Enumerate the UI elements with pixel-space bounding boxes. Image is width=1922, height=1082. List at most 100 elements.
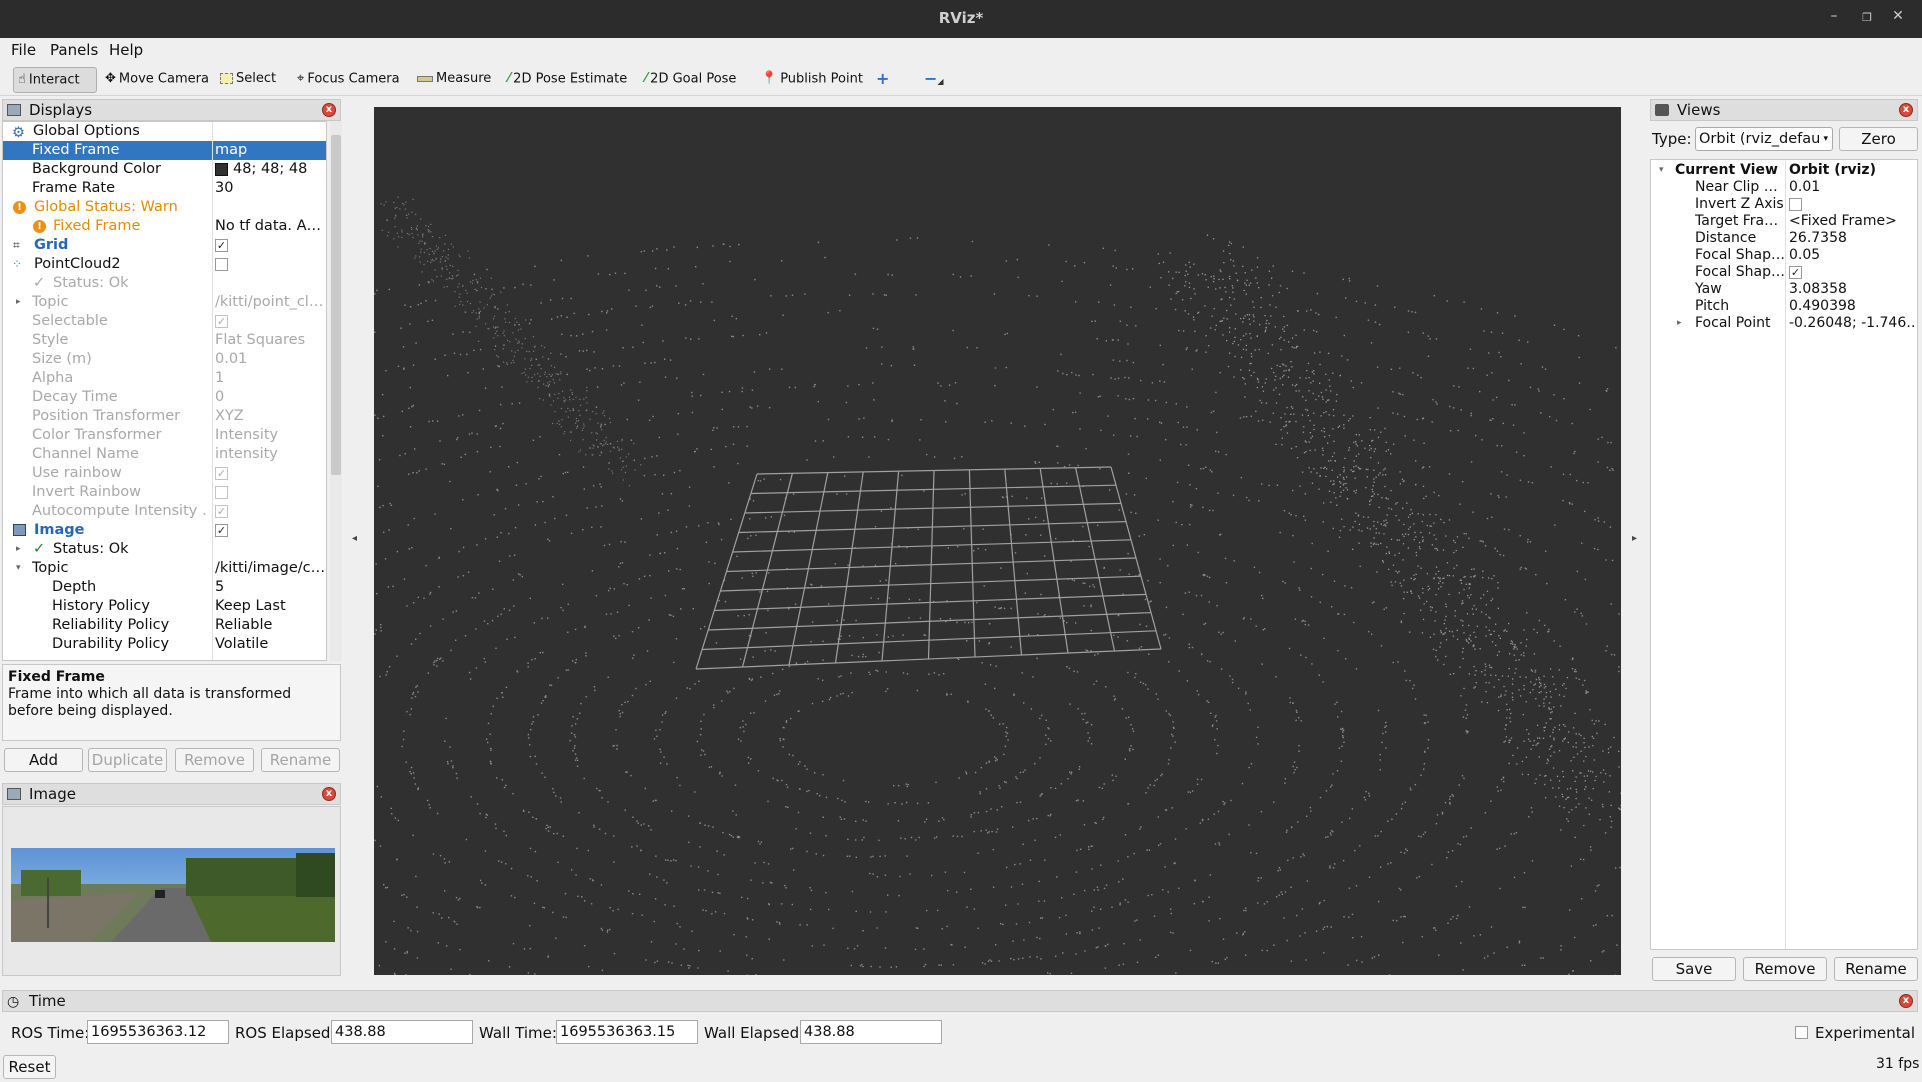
tree-row-depth[interactable]: Depth 5 [3,578,326,597]
save-view-button[interactable]: Save [1652,957,1736,981]
select-tool-button[interactable]: Select [216,67,280,93]
tree-row-fixed-frame-status[interactable]: ! Fixed Frame No tf data. A… [3,217,326,236]
wall-time-field[interactable]: 1695536363.15 [556,1020,698,1044]
close-icon[interactable]: ✕ [1884,8,1912,24]
publish-point-tool-button[interactable]: 📍 Publish Point [757,67,867,93]
scrollbar-thumb[interactable] [331,135,341,475]
tree-row-image-status[interactable]: ▸ ✓ Status: Ok [3,540,326,559]
tree-row-frame-rate[interactable]: Frame Rate 30 [3,179,326,198]
rename-button[interactable]: Rename [261,748,340,772]
menu-panels[interactable]: Panels [50,41,98,59]
displays-panel-header: Displays x [2,99,341,121]
color-swatch[interactable] [215,162,228,176]
close-panel-icon[interactable]: x [1899,994,1913,1008]
collapse-right-icon[interactable]: ▸ [1632,533,1637,544]
3d-render-viewport[interactable] [374,107,1621,975]
tree-row-image-topic[interactable]: ▾ Topic /kitti/image/c… [3,559,326,578]
maximize-icon[interactable]: ❐ [1853,11,1881,24]
tree-row-position-transformer[interactable]: Position Transformer XYZ [3,407,326,426]
pointcloud-enabled-checkbox[interactable] [215,257,228,271]
tree-row-fixed-frame[interactable]: Fixed Frame map [3,141,326,160]
experimental-checkbox[interactable] [1795,1026,1808,1039]
view-type-select[interactable]: Orbit (rviz_defau ▾ [1695,127,1833,151]
selectable-checkbox[interactable]: ✓ [215,314,228,328]
close-panel-icon[interactable]: x [1899,103,1913,117]
tree-row-decay-time[interactable]: Decay Time 0 [3,388,326,407]
view-row-focal-point[interactable]: ▸ Focal Point -0.26048; -1.746… [1651,315,1917,332]
displays-scrollbar[interactable] [330,121,342,661]
invert-z-checkbox[interactable] [1789,197,1802,211]
remove-tool-icon[interactable]: −◢ [920,67,948,93]
view-row-current-view[interactable]: ▾ Current View Orbit (rviz) [1651,162,1917,179]
collapse-arrow-icon[interactable]: ▾ [1659,162,1664,179]
expand-arrow-icon[interactable]: ▸ [16,293,21,312]
add-tool-icon[interactable]: + [872,67,893,93]
close-panel-icon[interactable]: x [322,103,336,117]
move-camera-tool-button[interactable]: ✥ Move Camera [101,67,213,93]
image-panel-header: Image x [2,783,341,805]
collapse-left-icon[interactable]: ◂ [352,533,357,544]
grid-enabled-checkbox[interactable]: ✓ [215,238,228,252]
goal-pose-tool-button[interactable]: ⁄ 2D Goal Pose [641,67,740,93]
tree-row-global-options[interactable]: ⚙ Global Options [3,122,326,141]
ros-elapsed-field[interactable]: 438.88 [331,1020,473,1044]
tree-row-grid[interactable]: ⌗ Grid ✓ [3,236,326,255]
remove-button[interactable]: Remove [175,748,254,772]
measure-tool-button[interactable]: Measure [413,67,495,93]
zero-button[interactable]: Zero [1839,127,1918,151]
reset-button[interactable]: Reset [3,1055,56,1079]
tree-row-background-color[interactable]: Background Color 48; 48; 48 [3,160,326,179]
tree-row-pc-status[interactable]: ✓ Status: Ok [3,274,326,293]
tree-row-size[interactable]: Size (m) 0.01 [3,350,326,369]
remove-view-button[interactable]: Remove [1743,957,1827,981]
tree-row-invert-rainbow[interactable]: Invert Rainbow [3,483,326,502]
tree-row-image[interactable]: Image ✓ [3,521,326,540]
render-scene[interactable] [374,107,1621,975]
duplicate-button[interactable]: Duplicate [88,748,167,772]
add-button[interactable]: Add [4,748,83,772]
views-title: Views [1677,101,1721,119]
view-row-focal-shape-size[interactable]: Focal Shap… 0.05 [1651,247,1917,264]
ros-time-field[interactable]: 1695536363.12 [87,1020,229,1044]
warning-icon: ! [13,201,26,214]
tree-row-style[interactable]: Style Flat Squares [3,331,326,350]
pose-estimate-tool-button[interactable]: ⁄ 2D Pose Estimate [504,67,631,93]
view-row-pitch[interactable]: Pitch 0.490398 [1651,298,1917,315]
collapse-arrow-icon[interactable]: ▾ [16,559,21,578]
view-row-yaw[interactable]: Yaw 3.08358 [1651,281,1917,298]
expand-arrow-icon[interactable]: ▸ [1677,315,1682,332]
tree-row-durability-policy[interactable]: Durability Policy Volatile [3,635,326,654]
tree-row-selectable[interactable]: Selectable ✓ [3,312,326,331]
tree-row-use-rainbow[interactable]: Use rainbow ✓ [3,464,326,483]
view-row-near-clip[interactable]: Near Clip … 0.01 [1651,179,1917,196]
tree-row-alpha[interactable]: Alpha 1 [3,369,326,388]
menu-help[interactable]: Help [109,41,143,59]
tree-row-reliability-policy[interactable]: Reliability Policy Reliable [3,616,326,635]
view-row-distance[interactable]: Distance 26.7358 [1651,230,1917,247]
view-row-target-frame[interactable]: Target Fra… <Fixed Frame> [1651,213,1917,230]
expand-arrow-icon[interactable]: ▸ [16,540,21,559]
menu-file[interactable]: File [11,41,36,59]
invert-rainbow-checkbox[interactable] [215,485,228,499]
view-row-invert-z[interactable]: Invert Z Axis [1651,196,1917,213]
tree-row-color-transformer[interactable]: Color Transformer Intensity [3,426,326,445]
focal-shape-checkbox[interactable]: ✓ [1789,265,1802,279]
autocompute-checkbox[interactable]: ✓ [215,504,228,518]
experimental-label: Experimental [1815,1024,1916,1042]
tree-row-pc-topic[interactable]: ▸ Topic /kitti/point_cl… [3,293,326,312]
wall-elapsed-field[interactable]: 438.88 [800,1020,942,1044]
use-rainbow-checkbox[interactable]: ✓ [215,466,228,480]
focus-camera-tool-button[interactable]: ⌖ Focus Camera [293,67,404,93]
close-panel-icon[interactable]: x [322,787,336,801]
image-enabled-checkbox[interactable]: ✓ [215,523,228,537]
tree-row-autocompute-intensity[interactable]: Autocompute Intensity … ✓ [3,502,326,521]
rename-view-button[interactable]: Rename [1834,957,1918,981]
tree-row-history-policy[interactable]: History Policy Keep Last [3,597,326,616]
minimize-icon[interactable]: – [1820,8,1848,24]
tree-row-pointcloud2[interactable]: ⁘ PointCloud2 [3,255,326,274]
interact-tool-button[interactable]: ☝ Interact [13,67,97,93]
view-row-focal-shape-fixed[interactable]: Focal Shap… ✓ [1651,264,1917,281]
hand-icon: ☝ [18,72,26,87]
tree-row-global-status[interactable]: ! Global Status: Warn [3,198,326,217]
tree-row-channel-name[interactable]: Channel Name intensity [3,445,326,464]
